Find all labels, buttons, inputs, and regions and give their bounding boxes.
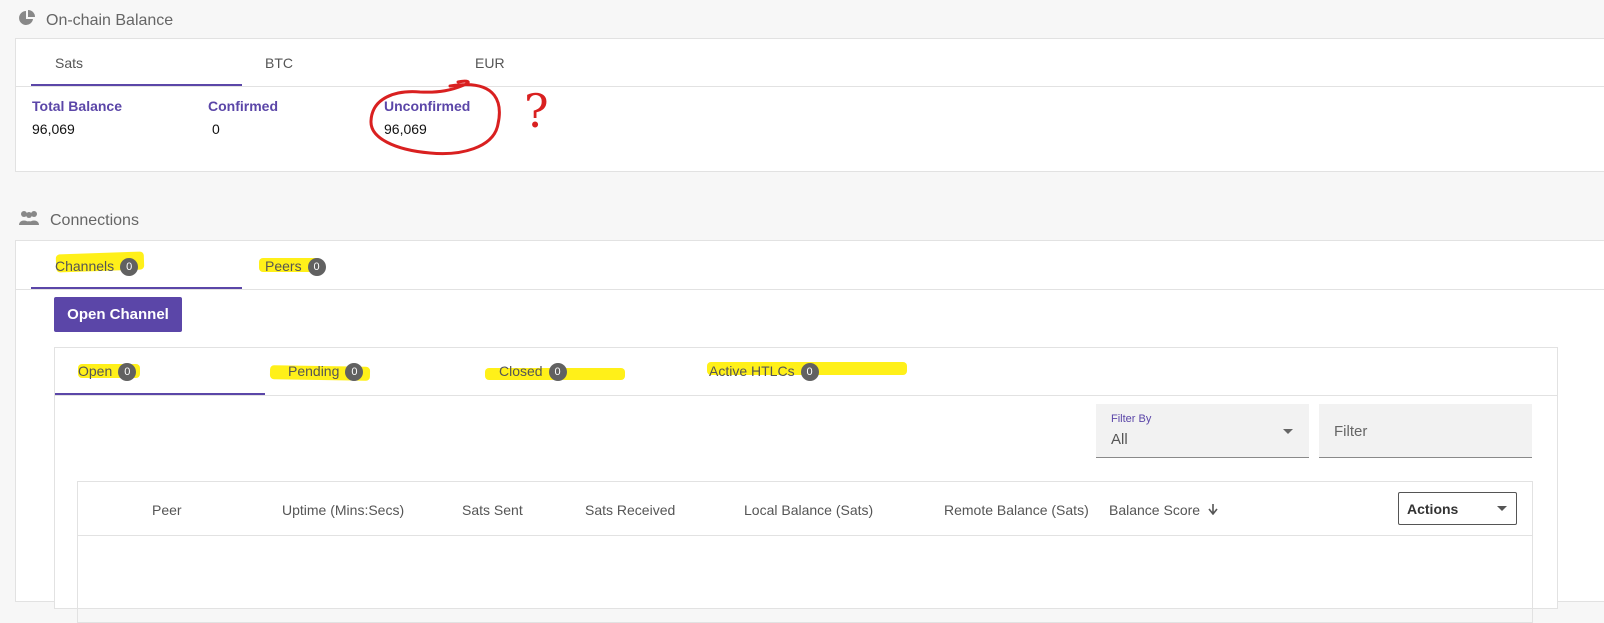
tab-eur[interactable]: EUR [475,55,505,71]
subtab-open[interactable]: Open 0 [78,363,137,382]
closed-count-badge: 0 [548,363,567,382]
tab-btc[interactable]: BTC [265,55,293,71]
onchain-title: On-chain Balance [46,11,174,29]
channels-panel: Open 0 Pending 0 Closed 0 Active HTLCs 0 Fil… [54,347,1558,623]
column-header-peer[interactable]: Peer [152,502,182,518]
column-header-sats-sent[interactable]: Sats Sent [462,502,523,518]
dropdown-arrow-icon [1283,429,1293,434]
subtab-active-htlcs[interactable]: Active HTLCs 0 [709,363,819,382]
filter-by-select[interactable]: Filter By All [1096,404,1309,458]
htlcs-count-badge: 0 [800,363,819,382]
column-header-local-balance[interactable]: Local Balance (Sats) [744,502,873,518]
open-channel-button[interactable]: Open Channel [54,297,182,332]
filter-placeholder: Filter [1334,423,1368,440]
onchain-header: On-chain Balance [18,9,173,32]
table-header-divider [78,535,1532,536]
tab-divider [16,289,1604,290]
confirmed-label: Confirmed [208,98,278,114]
connections-title: Connections [50,211,139,229]
tab-divider [16,86,1604,87]
confirmed-value: 0 [212,121,220,137]
column-header-remote-balance[interactable]: Remote Balance (Sats) [944,502,1089,518]
column-header-balance-score[interactable]: Balance Score [1109,502,1218,518]
tab-peers[interactable]: Peers 0 [265,258,326,277]
actions-select[interactable]: Actions [1398,492,1517,525]
tab-sats[interactable]: Sats [55,55,83,71]
filter-by-value: All [1111,431,1128,448]
pie-chart-icon [18,9,36,32]
subtab-pending[interactable]: Pending 0 [288,363,364,382]
annotation-question-mark: ? [524,84,549,138]
tab-channels[interactable]: Channels 0 [55,258,139,277]
total-balance-value: 96,069 [32,121,75,137]
column-header-sats-received[interactable]: Sats Received [585,502,675,518]
sort-down-arrow-icon [1208,502,1218,518]
actions-label: Actions [1407,501,1459,517]
onchain-card: Sats BTC EUR Total Balance 96,069 Confir… [15,38,1604,172]
subtab-divider [55,395,1557,396]
column-header-uptime[interactable]: Uptime (Mins:Secs) [282,502,404,518]
connections-header: Connections [18,210,139,231]
people-icon [18,210,40,231]
subtab-closed[interactable]: Closed 0 [499,363,567,382]
filter-by-label: Filter By [1111,413,1152,425]
channels-count-badge: 0 [120,258,139,277]
peers-count-badge: 0 [307,258,326,277]
connections-card: Channels 0 Peers 0 Open Channel Open 0 Pend… [15,240,1604,623]
pending-count-badge: 0 [345,363,364,382]
open-count-badge: 0 [118,363,137,382]
channels-table: Peer Uptime (Mins:Secs) Sats Sent Sats R… [77,481,1533,623]
filter-input[interactable]: Filter [1319,404,1532,458]
total-balance-label: Total Balance [32,98,122,114]
dropdown-arrow-icon [1497,506,1507,511]
